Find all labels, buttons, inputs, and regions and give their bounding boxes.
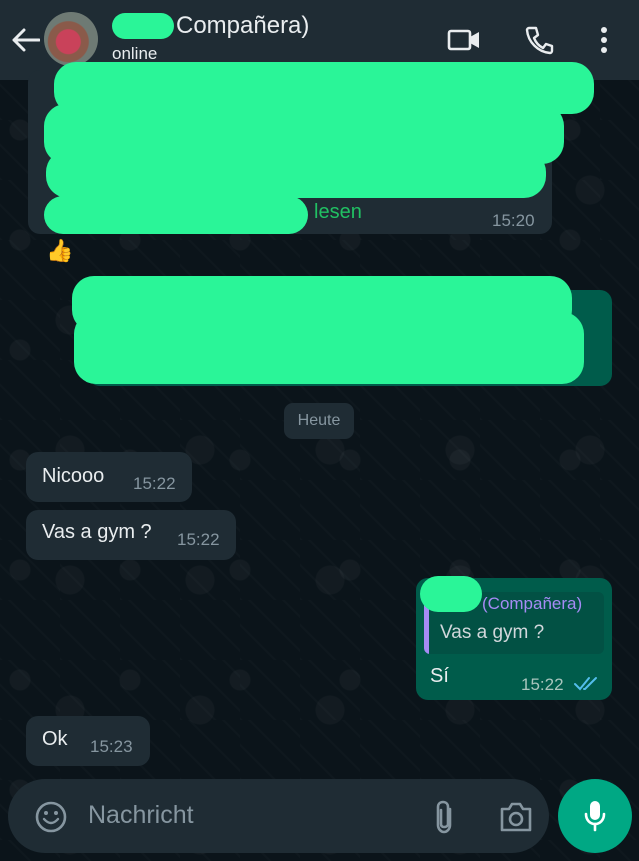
- message-text: Sí: [430, 665, 449, 687]
- message-composer[interactable]: Nachricht: [8, 779, 549, 853]
- emoji-icon: [35, 801, 67, 833]
- phone-icon: [525, 26, 554, 55]
- redaction-mark: [420, 576, 482, 612]
- voice-message-button[interactable]: [558, 779, 632, 853]
- message-time: 15:22: [177, 530, 220, 549]
- video-camera-icon: [447, 29, 479, 51]
- more-options-button[interactable]: [586, 22, 622, 58]
- quoted-text: Vas a gym ?: [440, 622, 545, 643]
- contact-avatar[interactable]: [44, 12, 98, 66]
- contact-info[interactable]: Compañera) online: [112, 10, 309, 64]
- attach-button[interactable]: [430, 799, 460, 835]
- read-receipt-icon: [574, 677, 597, 691]
- message-time: 15:20: [492, 211, 535, 230]
- kebab-menu-icon: [601, 27, 607, 53]
- microphone-icon: [584, 801, 606, 832]
- date-divider: Heute: [284, 403, 354, 439]
- camera-button[interactable]: [498, 800, 534, 834]
- redaction-mark: [74, 312, 584, 384]
- message-incoming[interactable]: Vas a gym ? 15:22: [26, 510, 236, 560]
- voice-call-button[interactable]: [521, 22, 557, 58]
- contact-status: online: [112, 44, 158, 63]
- message-time: 15:22: [133, 474, 176, 493]
- message-input[interactable]: Nachricht: [88, 801, 194, 830]
- video-call-button[interactable]: [446, 22, 482, 58]
- redacted-name: [112, 13, 174, 39]
- back-arrow-icon: [12, 28, 40, 52]
- redaction-mark: [46, 150, 546, 198]
- redaction-mark: [44, 196, 308, 234]
- message-text: Vas a gym ?: [42, 521, 152, 543]
- message-time: 15:23: [90, 737, 133, 756]
- message-incoming[interactable]: Ok 15:23: [26, 716, 150, 766]
- read-more-link[interactable]: lesen: [314, 201, 362, 224]
- message-text: Nicooo: [42, 465, 105, 487]
- emoji-button[interactable]: [34, 800, 68, 834]
- paperclip-icon: [436, 800, 452, 834]
- contact-name: Compañera): [176, 12, 310, 39]
- message-incoming[interactable]: Nicooo 15:22: [26, 452, 192, 502]
- back-button[interactable]: [10, 24, 42, 56]
- camera-icon: [500, 802, 532, 832]
- reaction-emoji[interactable]: 👍: [46, 238, 73, 264]
- message-text: Ok: [42, 728, 68, 750]
- message-time: 15:22: [521, 675, 564, 694]
- quoted-author: (Compañera): [482, 594, 583, 613]
